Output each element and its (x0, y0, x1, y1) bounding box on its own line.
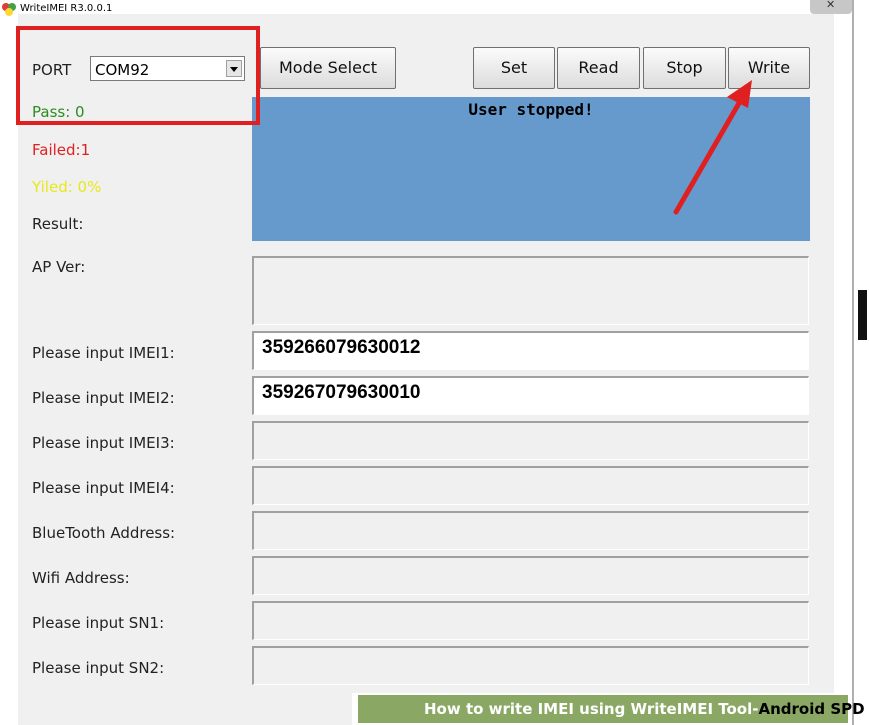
stop-button[interactable]: Stop (643, 47, 726, 89)
yield-percentage: Yiled: 0% (32, 178, 102, 196)
caption-text-highlight: Android SPD (758, 700, 865, 718)
result-label: Result: (32, 215, 84, 233)
caption-text: How to write IMEI using WriteIMEI Tool-A… (424, 700, 865, 718)
status-display: User stopped! (252, 97, 810, 241)
imei2-input[interactable]: 359267079630010 (252, 376, 809, 415)
imei1-label: Please input IMEI1: (32, 344, 175, 362)
window-close-button[interactable]: ✕ (810, 0, 852, 14)
imei1-input[interactable]: 359266079630012 (252, 331, 809, 370)
close-icon: ✕ (826, 0, 836, 11)
caption-banner-bg: How to write IMEI using WriteIMEI Tool-A… (358, 695, 865, 723)
highlight-box-annotation (16, 26, 260, 125)
set-button[interactable]: Set (473, 47, 555, 89)
read-button[interactable]: Read (557, 47, 640, 89)
imei3-label: Please input IMEI3: (32, 434, 175, 452)
caption-text-prefix: How to write IMEI using WriteIMEI Tool- (424, 700, 759, 718)
ap-ver-label: AP Ver: (32, 258, 86, 276)
imei2-label: Please input IMEI2: (32, 389, 175, 407)
caption-banner: How to write IMEI using WriteIMEI Tool-A… (352, 693, 865, 725)
imei4-input[interactable] (252, 466, 809, 505)
background-glyph (858, 290, 867, 340)
imei2-value: 359267079630010 (262, 382, 421, 403)
mode-select-button[interactable]: Mode Select (260, 47, 396, 89)
window-border (852, 0, 854, 725)
failed-count: Failed:1 (32, 141, 91, 159)
write-button[interactable]: Write (728, 47, 810, 89)
wifi-address-input[interactable] (252, 556, 809, 595)
imei1-value: 359266079630012 (262, 337, 421, 358)
ap-ver-display (252, 256, 809, 325)
wifi-address-label: Wifi Address: (32, 569, 130, 587)
status-message: User stopped! (468, 100, 594, 119)
sn1-input[interactable] (252, 601, 809, 640)
sn2-input[interactable] (252, 646, 809, 685)
bluetooth-address-input[interactable] (252, 511, 809, 550)
window-title: WriteIMEI R3.0.0.1 (20, 3, 113, 14)
imei4-label: Please input IMEI4: (32, 479, 175, 497)
bluetooth-address-label: BlueTooth Address: (32, 524, 176, 542)
sn2-label: Please input SN2: (32, 659, 165, 677)
window-frame-left (0, 20, 18, 725)
app-icon (2, 3, 16, 16)
imei3-input[interactable] (252, 421, 809, 460)
sn1-label: Please input SN1: (32, 614, 165, 632)
